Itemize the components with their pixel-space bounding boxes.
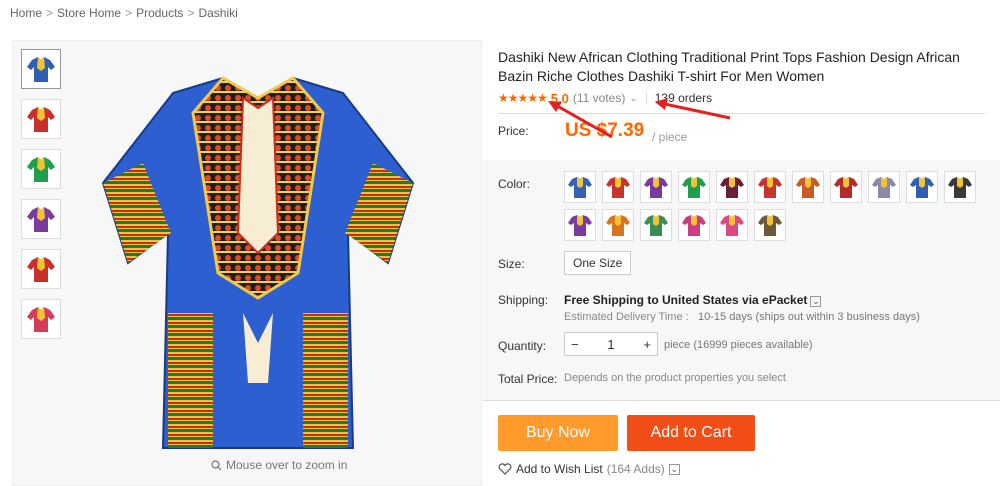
price-unit: / piece [652, 130, 688, 144]
quantity-input[interactable]: 1 [607, 337, 614, 352]
shirt-swatch-icon [796, 177, 820, 198]
magnifier-icon [211, 459, 222, 470]
total-price-label: Total Price: [498, 372, 558, 386]
thumbnail-list [21, 49, 61, 349]
product-title: Dashiki New African Clothing Traditional… [498, 49, 960, 84]
shirt-swatch-icon [834, 177, 858, 198]
color-swatch[interactable] [678, 209, 710, 241]
shirt-swatch-icon [644, 177, 668, 198]
shirt-thumbnail-icon [27, 57, 55, 82]
shirt-swatch-icon [644, 215, 668, 236]
shirt-thumbnail-icon [27, 207, 55, 232]
shirt-swatch-icon [720, 215, 744, 236]
color-swatch[interactable] [906, 171, 938, 203]
divider [645, 91, 647, 105]
total-price-note: Depends on the product properties you se… [564, 372, 786, 384]
chevron-down-icon[interactable]: ⌄ [810, 296, 822, 307]
shirt-swatch-icon [682, 215, 706, 236]
shirt-swatch-icon [948, 177, 972, 198]
product-thumbnail[interactable] [21, 99, 61, 139]
vote-count[interactable]: (11 votes) [573, 91, 625, 105]
wishlist-link[interactable]: Add to Wish List (164 Adds) ⌄ [498, 462, 680, 476]
product-thumbnail[interactable] [21, 149, 61, 189]
color-swatch[interactable] [868, 171, 900, 203]
color-swatch[interactable] [602, 209, 634, 241]
add-to-cart-button[interactable]: Add to Cart [627, 415, 755, 451]
shirt-swatch-icon [606, 177, 630, 198]
shirt-swatch-icon [568, 215, 592, 236]
color-swatch[interactable] [564, 171, 596, 203]
color-label: Color: [498, 177, 531, 191]
zoom-hint-text: Mouse over to zoom in [226, 458, 348, 472]
price-label: Price: [498, 124, 529, 138]
breadcrumb-separator: > [125, 6, 133, 20]
order-count: 139 orders [654, 91, 713, 105]
shirt-thumbnail-icon [27, 107, 55, 132]
shirt-image [101, 76, 415, 449]
color-swatch[interactable] [602, 171, 634, 203]
shirt-swatch-icon [568, 177, 592, 198]
color-swatch[interactable] [678, 171, 710, 203]
rating-row: ★★★★★ 5.0 (11 votes) ⌄ 139 orders [498, 89, 712, 107]
shirt-swatch-icon [758, 215, 782, 236]
color-swatch[interactable] [564, 209, 596, 241]
wishlist-count: (164 Adds) [606, 462, 665, 476]
product-thumbnail[interactable] [21, 199, 61, 239]
shipping-method-text: Free Shipping to United States via ePack… [564, 293, 808, 307]
color-swatch[interactable] [640, 171, 672, 203]
size-label: Size: [498, 257, 525, 271]
color-swatch-list [564, 171, 984, 241]
divider [483, 400, 1000, 401]
shipping-method[interactable]: Free Shipping to United States via ePack… [564, 293, 822, 307]
shirt-swatch-icon [720, 177, 744, 198]
heart-icon [498, 463, 512, 475]
color-swatch[interactable] [716, 171, 748, 203]
shirt-swatch-icon [758, 177, 782, 198]
main-product-image[interactable] [93, 53, 423, 453]
color-swatch[interactable] [640, 209, 672, 241]
color-swatch[interactable] [754, 171, 786, 203]
plus-icon[interactable]: + [643, 337, 651, 352]
color-swatch[interactable] [716, 209, 748, 241]
color-swatch[interactable] [944, 171, 976, 203]
price-value: US $7.39 [565, 120, 645, 141]
product-thumbnail[interactable] [21, 299, 61, 339]
buy-now-button[interactable]: Buy Now [498, 415, 618, 451]
shirt-swatch-icon [606, 215, 630, 236]
shirt-swatch-icon [910, 177, 934, 198]
quantity-availability: piece (16999 pieces available) [664, 339, 813, 351]
breadcrumb-separator: > [187, 6, 195, 20]
color-swatch[interactable] [754, 209, 786, 241]
shirt-swatch-icon [682, 177, 706, 198]
quantity-label: Quantity: [498, 339, 547, 353]
chevron-down-icon[interactable]: ⌄ [668, 463, 680, 475]
shirt-thumbnail-icon [27, 307, 55, 332]
divider [498, 113, 985, 114]
shirt-thumbnail-icon [27, 257, 55, 282]
star-rating-icon: ★★★★★ [498, 91, 548, 105]
chevron-down-icon[interactable]: ⌄ [629, 93, 637, 104]
breadcrumb-separator: > [46, 6, 54, 20]
zoom-hint: Mouse over to zoom in [211, 458, 347, 472]
rating-score[interactable]: 5.0 [551, 91, 569, 106]
product-gallery: Mouse over to zoom in [12, 40, 482, 486]
shipping-label: Shipping: [498, 293, 549, 307]
shirt-thumbnail-icon [27, 157, 55, 182]
minus-icon[interactable]: − [571, 337, 579, 352]
color-swatch[interactable] [830, 171, 862, 203]
color-swatch[interactable] [792, 171, 824, 203]
breadcrumb: Home > Store Home > Products > Dashiki [10, 6, 238, 20]
product-thumbnail[interactable] [21, 49, 61, 89]
breadcrumb-home[interactable]: Home [10, 6, 42, 20]
shirt-swatch-icon [872, 177, 896, 198]
wishlist-label: Add to Wish List [516, 462, 603, 476]
breadcrumb-store-home[interactable]: Store Home [57, 6, 121, 20]
size-option-button[interactable]: One Size [564, 251, 632, 275]
breadcrumb-dashiki[interactable]: Dashiki [198, 6, 237, 20]
quantity-stepper: − 1 + [564, 332, 658, 356]
delivery-value: 10-15 days (ships out within 3 business … [698, 311, 920, 323]
product-thumbnail[interactable] [21, 249, 61, 289]
breadcrumb-products[interactable]: Products [136, 6, 183, 20]
delivery-label: Estimated Delivery Time : [564, 311, 689, 323]
